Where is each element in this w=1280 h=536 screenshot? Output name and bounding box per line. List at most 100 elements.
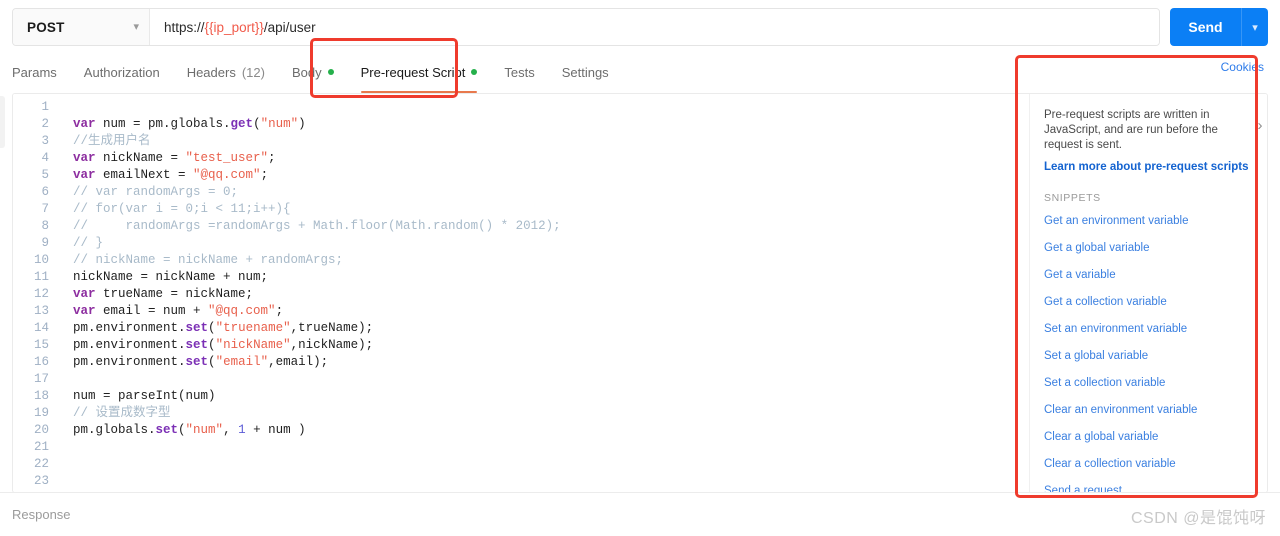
code-line-source: var trueName = nickName; xyxy=(61,286,1016,303)
line-number: 7 xyxy=(41,202,49,216)
tab-label: Body xyxy=(291,64,322,80)
snippet-link[interactable]: Send a request xyxy=(1044,485,1251,492)
code-token-pun: ,email); xyxy=(268,355,329,369)
snippet-link[interactable]: Clear an environment variable xyxy=(1044,404,1251,417)
tab-count-badge: (12) xyxy=(241,64,265,80)
tab-pre-request-script[interactable]: Pre-request Script xyxy=(360,56,478,93)
line-number: 12 xyxy=(33,287,49,301)
request-tabs: Params Authorization Headers (12) Body Pre-r… xyxy=(12,56,1268,93)
snippet-link[interactable]: Set a global variable xyxy=(1044,350,1251,363)
tab-label: Params xyxy=(12,64,57,80)
snippet-link[interactable]: Get a variable xyxy=(1044,269,1251,282)
snippet-link[interactable]: Get a collection variable xyxy=(1044,296,1251,309)
code-line: 5 var emailNext = "@qq.com"; xyxy=(13,167,1016,184)
postman-request-builder: POST ▾ https://{{ip_port}}/api/user Send… xyxy=(0,0,1280,536)
code-line-source xyxy=(61,371,1016,388)
tab-authorization[interactable]: Authorization xyxy=(84,56,160,88)
code-editor[interactable]: 1 2 var num = pm.globals.get("num") 3//生成用户… xyxy=(13,94,1017,492)
code-line: 7 // for(var i = 0;i < 11;i++){ xyxy=(13,201,1016,218)
url-prefix-text: https:// xyxy=(164,19,205,35)
code-line-source: // for(var i = 0;i < 11;i++){ xyxy=(61,201,1016,218)
code-token-pun: nickName = nickName + num; xyxy=(73,270,269,284)
code-editor-content[interactable]: 1 2 var num = pm.globals.get("num") 3//生成用户… xyxy=(13,94,1016,492)
tab-label: Pre-request Script xyxy=(360,64,466,80)
line-number: 19 xyxy=(33,406,49,420)
code-line: 3 //生成用户名 xyxy=(13,133,1016,150)
code-token-pun: email = num + xyxy=(95,304,209,318)
tab-label: Tests xyxy=(504,64,535,80)
response-section: Response xyxy=(0,492,1280,536)
code-line-source: var emailNext = "@qq.com"; xyxy=(61,167,1016,184)
snippet-link[interactable]: Get a global variable xyxy=(1044,242,1251,255)
line-number: 2 xyxy=(41,117,49,131)
snippets-panel-body: Pre-request scripts are written in JavaS… xyxy=(1030,94,1267,492)
code-token-kw: var xyxy=(73,168,96,182)
code-line-source xyxy=(61,456,1016,473)
code-token-pun: nickName = xyxy=(95,151,186,165)
snippet-link[interactable]: Set a collection variable xyxy=(1044,377,1251,390)
url-variable-token: {{ip_port}} xyxy=(204,19,264,35)
code-line: 9 // } xyxy=(13,235,1016,252)
code-token-pun: ( xyxy=(178,423,186,437)
code-line-source xyxy=(61,99,1016,116)
send-options-chevron-down-icon[interactable]: ▾ xyxy=(1241,8,1268,46)
code-token-cmt: // var randomArgs = 0; xyxy=(73,185,239,199)
snippet-link[interactable]: Clear a global variable xyxy=(1044,431,1251,444)
chevron-right-icon[interactable]: › xyxy=(1252,116,1267,134)
code-line-source: // randomArgs =randomArgs + Math.floor(M… xyxy=(61,218,1016,235)
code-line: 21 xyxy=(13,439,1016,456)
code-line-source: var nickName = "test_user"; xyxy=(61,150,1016,167)
code-line: 10 // nickName = nickName + randomArgs; xyxy=(13,252,1016,269)
tab-settings[interactable]: Settings xyxy=(562,56,609,88)
script-editor-area: 1 2 var num = pm.globals.get("num") 3//生成用户… xyxy=(12,93,1268,493)
code-line: 17 xyxy=(13,371,1016,388)
code-line-source: var num = pm.globals.get("num") xyxy=(61,116,1016,133)
code-token-fn: set xyxy=(185,338,209,352)
code-line: 13 var email = num + "@qq.com"; xyxy=(13,303,1016,320)
cookies-link[interactable]: Cookies xyxy=(1221,60,1264,74)
learn-more-link[interactable]: Learn more about pre-request scripts xyxy=(1044,160,1251,174)
code-token-pun: pm.globals. xyxy=(73,423,156,437)
code-token-pun: pm.environment. xyxy=(73,355,186,369)
code-line: 16 pm.environment.set("email",email); xyxy=(13,354,1016,371)
code-line-source: num = parseInt(num) xyxy=(61,388,1016,405)
code-token-kw: var xyxy=(73,151,96,165)
tab-tests[interactable]: Tests xyxy=(504,56,534,88)
tab-params[interactable]: Params xyxy=(12,56,57,88)
tab-headers[interactable]: Headers (12) xyxy=(187,56,265,88)
code-token-str: "truename" xyxy=(215,321,291,335)
line-number: 14 xyxy=(33,321,49,335)
line-number: 23 xyxy=(33,474,49,488)
url-input-group: POST ▾ https://{{ip_port}}/api/user xyxy=(12,8,1160,46)
snippets-panel: Pre-request scripts are written in JavaS… xyxy=(1017,94,1267,492)
code-line: 4 var nickName = "test_user"; xyxy=(13,150,1016,167)
code-token-cmt: // } xyxy=(73,236,104,250)
snippet-link[interactable]: Clear a collection variable xyxy=(1044,458,1251,471)
code-token-pun: ,trueName); xyxy=(290,321,374,335)
line-number: 21 xyxy=(33,440,49,454)
code-token-cmt: //生成用户名 xyxy=(73,134,151,148)
code-line-source: //生成用户名 xyxy=(61,133,1016,150)
line-number: 13 xyxy=(33,304,49,318)
snippet-link[interactable]: Get an environment variable xyxy=(1044,215,1251,228)
tab-label: Headers xyxy=(186,64,236,80)
code-line-source: pm.environment.set("nickName",nickName); xyxy=(61,337,1016,354)
line-number: 10 xyxy=(33,253,49,267)
http-method-select[interactable]: POST ▾ xyxy=(13,9,150,45)
code-token-kw: var xyxy=(73,287,96,301)
snippet-link[interactable]: Set an environment variable xyxy=(1044,323,1251,336)
code-token-pun: ; xyxy=(275,304,284,318)
code-line: 23 xyxy=(13,473,1016,490)
code-line-source: var email = num + "@qq.com"; xyxy=(61,303,1016,320)
tab-status-dot-icon xyxy=(471,69,478,75)
line-number: 20 xyxy=(33,423,49,437)
code-line-source: pm.environment.set("truename",trueName); xyxy=(61,320,1016,337)
code-line: 22 xyxy=(13,456,1016,473)
url-input[interactable]: https://{{ip_port}}/api/user xyxy=(150,9,1159,45)
line-number: 18 xyxy=(33,389,49,403)
tab-body[interactable]: Body xyxy=(292,56,334,88)
send-button[interactable]: Send xyxy=(1170,8,1241,46)
snippets-heading: SNIPPETS xyxy=(1044,192,1101,204)
code-line: 14 pm.environment.set("truename",trueName… xyxy=(13,320,1016,337)
line-number: 16 xyxy=(33,355,49,369)
